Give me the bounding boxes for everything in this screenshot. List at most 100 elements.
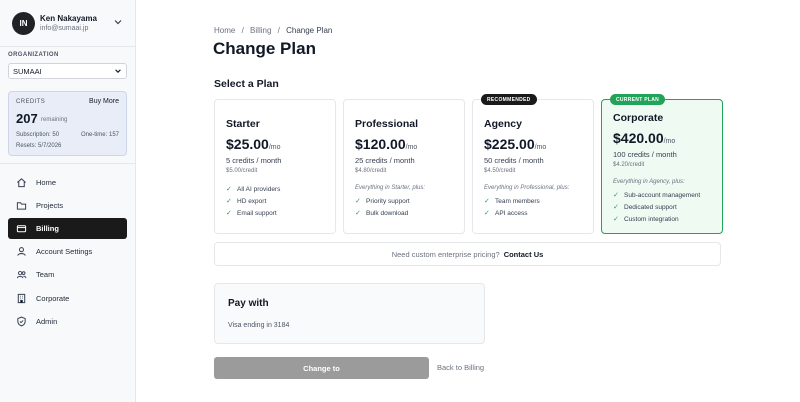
plan-card-professional[interactable]: Professional $120.00/mo 25 credits / mon…: [343, 99, 465, 234]
feature-label: Dedicated support: [624, 203, 677, 211]
plan-feature: ✓ Custom integration: [613, 215, 679, 224]
contact-us-link[interactable]: Contact Us: [504, 250, 544, 259]
credits-resets: Resets: 5/7/2026: [16, 143, 62, 149]
user-menu[interactable]: IN Ken Nakayama info@sumaai.jp: [0, 0, 136, 47]
plan-price: $420.00/mo: [613, 130, 675, 146]
credits-card: CREDITS Buy More 207 remaining Subscript…: [8, 91, 127, 156]
plan-per-credit: $4.80/credit: [355, 168, 387, 174]
price-period: /mo: [268, 144, 281, 151]
plan-credits: 5 credits / month: [226, 156, 282, 165]
plan-price: $120.00/mo: [355, 136, 417, 152]
shield-icon: [17, 316, 26, 327]
check-icon: ✓: [613, 192, 619, 199]
check-icon: ✓: [226, 186, 232, 193]
plan-card-corporate[interactable]: CURRENT PLAN Corporate $420.00/mo 100 cr…: [601, 94, 723, 234]
organization-selected: SUMAAI: [13, 66, 42, 76]
user-icon: [17, 247, 26, 256]
credit-card-icon: [16, 225, 27, 233]
price-period: /mo: [534, 144, 547, 151]
sidebar-item-label: Admin: [36, 317, 58, 326]
sidebar: IN Ken Nakayama info@sumaai.jp ORGANIZAT…: [0, 0, 136, 402]
plan-feature: ✓ Bulk download: [355, 209, 409, 218]
feature-label: Sub-account management: [624, 191, 701, 199]
sidebar-item-label: Corporate: [36, 294, 70, 303]
breadcrumb: Home / Billing / Change Plan: [214, 26, 332, 35]
chevron-down-icon: [115, 69, 121, 73]
price-period: /mo: [405, 144, 418, 151]
plan-feature: ✓ Sub-account management: [613, 191, 701, 200]
breadcrumb-billing[interactable]: Billing: [250, 26, 271, 35]
plan-credits: 100 credits / month: [613, 150, 677, 159]
organization-select[interactable]: SUMAAI: [8, 63, 127, 79]
sidebar-item-label: Team: [36, 270, 55, 279]
chevron-down-icon[interactable]: [113, 17, 123, 27]
breadcrumb-home[interactable]: Home: [214, 26, 235, 35]
plan-feature: ✓ All AI providers: [226, 185, 280, 194]
sidebar-item-billing[interactable]: Billing: [8, 218, 127, 239]
breadcrumb-current: Change Plan: [286, 26, 333, 35]
plan-includes: Everything in Starter, plus:: [355, 185, 426, 191]
plan-feature: ✓ HD export: [226, 197, 266, 206]
plan-card-starter[interactable]: Starter $25.00/mo 5 credits / month $5.0…: [214, 99, 336, 234]
payment-card: Pay with Visa ending in 3184: [214, 283, 485, 344]
check-icon: ✓: [226, 198, 232, 205]
feature-label: Team members: [495, 197, 540, 205]
breadcrumb-separator: /: [277, 26, 280, 35]
current-plan-badge: CURRENT PLAN: [610, 94, 666, 105]
organization-label: ORGANIZATION: [8, 52, 59, 58]
plan-includes: Everything in Agency, plus:: [613, 179, 685, 185]
change-plan-button[interactable]: Change to: [214, 357, 429, 379]
credits-one-time: One-time: 157: [80, 132, 119, 138]
sidebar-item-account-settings[interactable]: Account Settings: [8, 241, 127, 262]
avatar: IN: [12, 12, 35, 35]
sidebar-item-projects[interactable]: Projects: [8, 195, 127, 216]
feature-label: Custom integration: [624, 215, 679, 223]
plan-feature: ✓ Team members: [484, 197, 540, 206]
building-icon: [17, 293, 26, 304]
plan-includes: Everything in Professional, plus:: [484, 185, 570, 191]
plan-feature: ✓ Priority support: [355, 197, 410, 206]
price-amount: $120.00: [355, 136, 406, 152]
plan-credits: 25 credits / month: [355, 156, 415, 165]
section-title: Select a Plan: [214, 78, 279, 90]
feature-label: Email support: [237, 209, 277, 217]
folder-icon: [16, 202, 27, 210]
user-name: Ken Nakayama: [40, 14, 97, 23]
buy-more-link[interactable]: Buy More: [89, 98, 119, 105]
plan-feature: ✓ Email support: [226, 209, 277, 218]
plan-card-agency[interactable]: RECOMMENDED Agency $225.00/mo 50 credits…: [472, 94, 594, 234]
plan-name: Starter: [226, 118, 260, 130]
check-icon: ✓: [226, 210, 232, 217]
plan-name: Professional: [355, 118, 419, 130]
plan-name: Agency: [484, 118, 522, 130]
sidebar-item-home[interactable]: Home: [8, 172, 127, 193]
feature-label: Bulk download: [366, 209, 409, 217]
price-amount: $420.00: [613, 130, 664, 146]
check-icon: ✓: [355, 210, 361, 217]
payment-heading: Pay with: [228, 298, 269, 309]
sidebar-item-team[interactable]: Team: [8, 264, 127, 285]
price-amount: $25.00: [226, 136, 269, 152]
plan-name: Corporate: [613, 112, 664, 124]
price-amount: $225.00: [484, 136, 535, 152]
credits-remaining-label: remaining: [41, 117, 68, 123]
feature-label: Priority support: [366, 197, 410, 205]
plan-price: $225.00/mo: [484, 136, 546, 152]
credits-label: CREDITS: [16, 99, 46, 105]
recommended-badge: RECOMMENDED: [481, 94, 537, 105]
back-to-billing-link[interactable]: Back to Billing: [437, 363, 484, 372]
sidebar-item-corporate[interactable]: Corporate: [8, 288, 127, 309]
sidebar-item-label: Account Settings: [36, 247, 93, 256]
check-icon: ✓: [355, 198, 361, 205]
plan-credits: 50 credits / month: [484, 156, 544, 165]
plan-per-credit: $4.50/credit: [484, 168, 516, 174]
breadcrumb-separator: /: [241, 26, 244, 35]
sidebar-item-label: Home: [36, 178, 57, 187]
user-email: info@sumaai.jp: [40, 25, 89, 32]
sidebar-item-admin[interactable]: Admin: [8, 311, 127, 332]
plan-per-credit: $4.20/credit: [613, 162, 645, 168]
plan-per-credit: $5.00/credit: [226, 168, 258, 174]
check-icon: ✓: [484, 198, 490, 205]
credits-amount: 207: [16, 111, 38, 126]
plan-price: $25.00/mo: [226, 136, 281, 152]
